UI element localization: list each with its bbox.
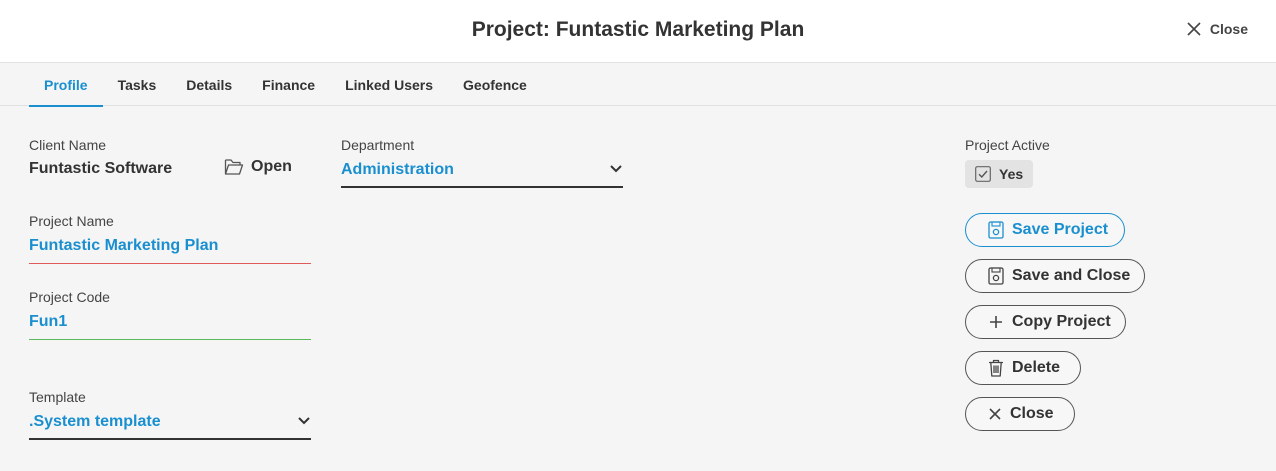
close-icon [989,408,1001,420]
plus-icon [990,316,1002,328]
close-button[interactable]: Close [965,397,1075,431]
project-active-value: Yes [999,166,1024,182]
project-active-label: Project Active [965,137,1050,153]
close-icon [1187,22,1201,36]
template-underline [29,438,311,440]
page-title: Project: Funtastic Marketing Plan [471,18,805,41]
trash-icon [989,359,1003,377]
open-client-button[interactable]: Open [224,158,292,176]
department-select[interactable]: Administration [341,161,454,179]
project-name-input[interactable]: Funtastic Marketing Plan [29,237,218,255]
tab-linked-users[interactable]: Linked Users [330,64,448,106]
template-chevron-down-icon[interactable] [297,416,311,426]
tab-geofence[interactable]: Geofence [448,64,542,106]
close-label: Close [1010,405,1054,422]
copy-project-button[interactable]: Copy Project [965,305,1126,339]
tab-finance[interactable]: Finance [247,64,330,106]
project-name-label: Project Name [29,213,114,229]
header-close-button[interactable]: Close [1186,21,1248,37]
department-chevron-down-icon[interactable] [609,164,623,174]
department-underline [341,186,623,188]
tab-details[interactable]: Details [171,64,247,106]
tab-tasks[interactable]: Tasks [103,64,172,106]
copy-project-label: Copy Project [1012,313,1111,330]
project-code-input[interactable]: Fun1 [29,313,67,331]
checkbox-checked-icon [975,166,991,182]
save-project-label: Save Project [1012,221,1109,238]
save-and-close-button[interactable]: Save and Close [965,259,1145,293]
project-code-underline [29,339,311,340]
dialog-header: Project: Funtastic Marketing Plan Close [0,0,1276,63]
delete-button[interactable]: Delete [965,351,1081,385]
project-name-underline [29,263,311,264]
project-active-checkbox[interactable]: Yes [965,160,1033,188]
open-client-label: Open [251,158,292,175]
tab-bar: Profile Tasks Details Finance Linked Use… [0,64,1276,107]
template-label: Template [29,389,86,405]
folder-open-icon [224,159,244,175]
header-close-label: Close [1209,21,1248,37]
template-select[interactable]: .System template [29,413,161,431]
save-icon [988,221,1004,239]
save-icon [988,267,1004,285]
save-and-close-label: Save and Close [1012,267,1131,284]
client-name-label: Client Name [29,137,107,153]
delete-label: Delete [1012,359,1061,376]
department-label: Department [341,137,415,153]
project-code-label: Project Code [29,289,110,305]
client-name-value: Funtastic Software [29,160,173,177]
save-project-button[interactable]: Save Project [965,213,1125,247]
tab-profile[interactable]: Profile [29,64,103,107]
